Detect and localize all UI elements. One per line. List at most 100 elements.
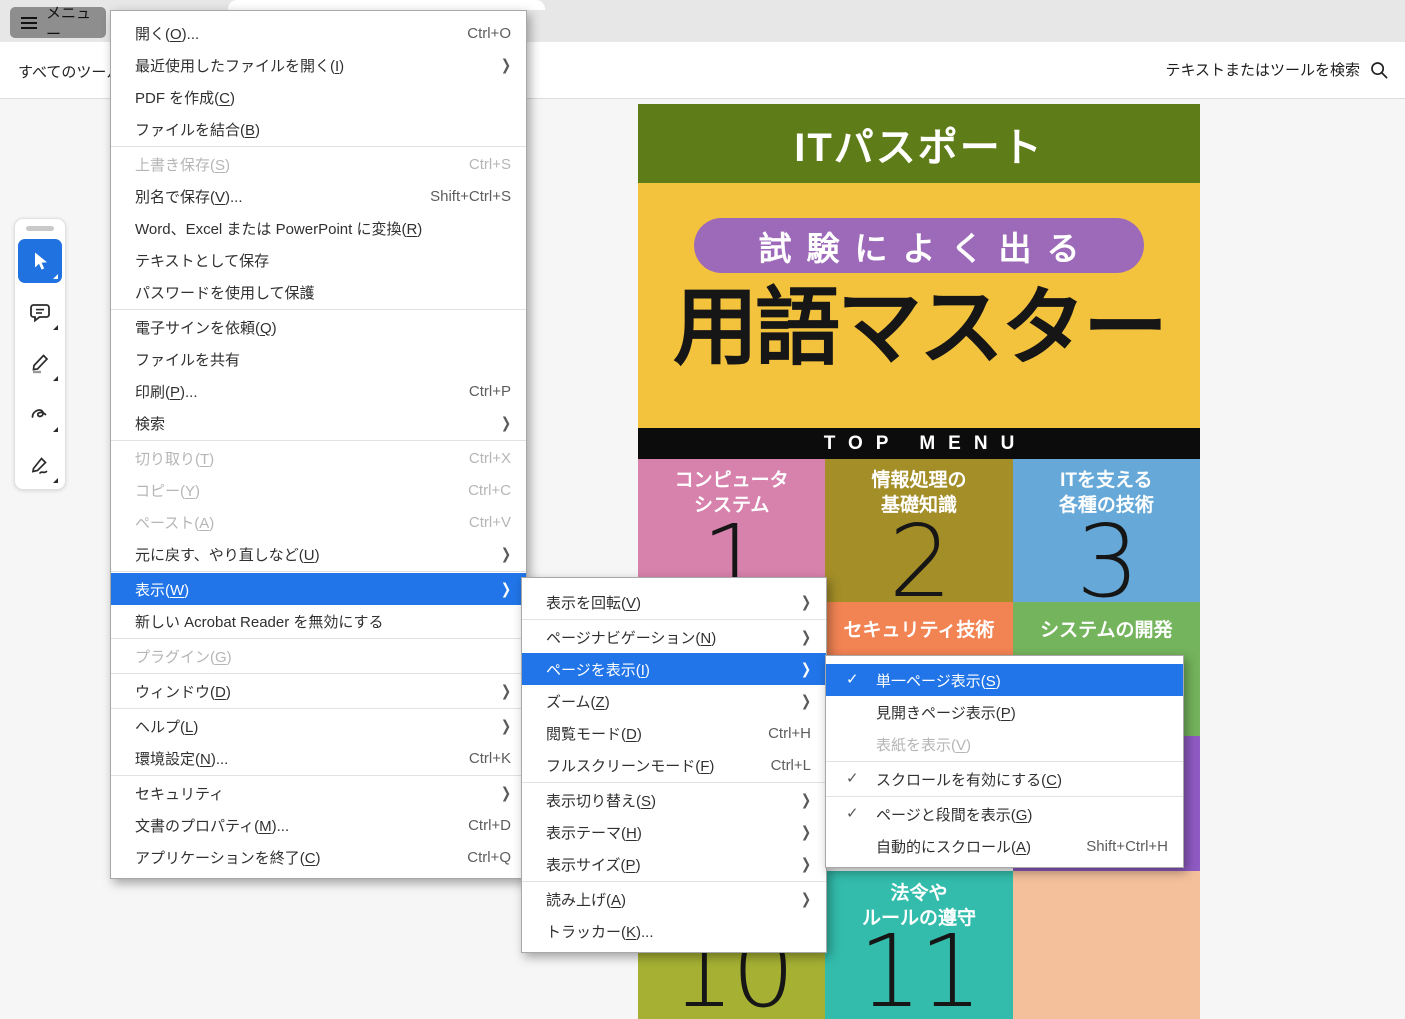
menu-item[interactable]: ✓ 表示サイズ(P) ❯ bbox=[522, 848, 826, 880]
menu-item-label: 表示サイズ(P) bbox=[546, 854, 749, 875]
menu-item-label: 切り取り(T) bbox=[135, 448, 443, 469]
menu-item-shortcut: Ctrl+Q bbox=[467, 849, 511, 866]
menu-item[interactable]: ✓ フルスクリーンモード(F) Ctrl+L ❯ bbox=[522, 749, 826, 781]
menu-item[interactable]: ✓ ファイルを共有 ❯ bbox=[111, 343, 526, 375]
search-icon[interactable] bbox=[1369, 60, 1389, 80]
menu-item-label: 最近使用したファイルを開く(I) bbox=[135, 55, 449, 76]
menu-item[interactable]: ✓ 元に戻す、やり直しなど(U) ❯ bbox=[111, 538, 526, 570]
menu-item[interactable]: ✓ 文書のプロパティ(M)... Ctrl+D ❯ bbox=[111, 809, 526, 841]
menu-item-label: 新しい Acrobat Reader を無効にする bbox=[135, 611, 485, 632]
chevron-right-icon: ❯ bbox=[501, 717, 511, 735]
menu-item[interactable]: ✓ 表示テーマ(H) ❯ bbox=[522, 816, 826, 848]
menu-item[interactable]: ✓ 表示切り替え(S) ❯ bbox=[522, 784, 826, 816]
draw-tool-button[interactable] bbox=[18, 392, 62, 436]
menu-item-shortcut: Shift+Ctrl+S bbox=[430, 188, 511, 205]
menu-item[interactable]: ✓ セキュリティ ❯ bbox=[111, 777, 526, 809]
menu-item[interactable]: ✓ 上書き保存(S) Ctrl+S ❯ bbox=[111, 148, 526, 180]
pdf-top-menu-band: TOP MENU bbox=[638, 428, 1200, 459]
menu-item[interactable]: ✓ ヘルプ(L) ❯ bbox=[111, 710, 526, 742]
cursor-icon bbox=[28, 249, 52, 273]
menu-item[interactable]: ✓ 開く(O)... Ctrl+O ❯ bbox=[111, 17, 526, 49]
checkmark-icon: ✓ bbox=[846, 670, 859, 688]
menu-button-label: メニュー bbox=[46, 2, 95, 44]
chevron-right-icon: ❯ bbox=[801, 855, 811, 873]
quick-tools-rail bbox=[14, 218, 66, 490]
menu-item[interactable]: ✓ 表示(W) ❯ bbox=[111, 573, 526, 605]
page-display-submenu: ✓ 単一ページ表示(S) ❯ ✓ 見開きページ表示(P) ❯ ✓ 表紙を表示(V… bbox=[825, 655, 1184, 868]
menu-item[interactable]: ✓ 環境設定(N)... Ctrl+K ❯ bbox=[111, 742, 526, 774]
menu-separator bbox=[522, 619, 826, 620]
pdf-cover-title-block: 試験によく出る 用語マスター bbox=[638, 183, 1200, 428]
menu-item-label: セキュリティ bbox=[135, 783, 449, 804]
menu-item[interactable]: ✓ 検索 ❯ bbox=[111, 407, 526, 439]
menu-item-label: 閲覧モード(D) bbox=[546, 723, 742, 744]
menu-item[interactable]: ✓ 印刷(P)... Ctrl+P ❯ bbox=[111, 375, 526, 407]
menu-separator bbox=[522, 782, 826, 783]
menu-item[interactable]: ✓ プラグイン(G) ❯ bbox=[111, 640, 526, 672]
chevron-right-icon: ❯ bbox=[501, 545, 511, 563]
pdf-cover-header: ITパスポート bbox=[638, 104, 1200, 183]
menu-item[interactable]: ✓ 新しい Acrobat Reader を無効にする ❯ bbox=[111, 605, 526, 637]
menu-item-label: ページを表示(I) bbox=[546, 659, 749, 680]
menu-item-label: 環境設定(N)... bbox=[135, 748, 443, 769]
menu-item[interactable]: ✓ ズーム(Z) ❯ bbox=[522, 685, 826, 717]
menu-item[interactable]: ✓ 別名で保存(V)... Shift+Ctrl+S ❯ bbox=[111, 180, 526, 212]
menu-item[interactable]: ✓ 表示を回転(V) ❯ bbox=[522, 586, 826, 618]
search-control[interactable]: テキストまたはツールを検索 bbox=[1165, 59, 1389, 80]
menu-item[interactable]: ✓ トラッカー(K)... ❯ bbox=[522, 915, 826, 947]
menu-item-label: フルスクリーンモード(F) bbox=[546, 755, 745, 776]
chevron-right-icon: ❯ bbox=[801, 628, 811, 646]
menu-item[interactable]: ✓ ファイルを結合(B) ❯ bbox=[111, 113, 526, 145]
menu-separator bbox=[111, 571, 526, 572]
all-tools-tab[interactable]: すべてのツール bbox=[18, 61, 121, 82]
menu-item[interactable]: ✓ Word、Excel または PowerPoint に変換(R) ❯ bbox=[111, 212, 526, 244]
comment-tool-button[interactable] bbox=[18, 290, 62, 334]
chapter-tile bbox=[1013, 871, 1200, 1019]
menu-item[interactable]: ✓ 閲覧モード(D) Ctrl+H ❯ bbox=[522, 717, 826, 749]
chapter-tile-number: 2 bbox=[825, 516, 1012, 602]
menu-item-label: 電子サインを依頼(Q) bbox=[135, 317, 485, 338]
menu-item[interactable]: ✓ ページナビゲーション(N) ❯ bbox=[522, 621, 826, 653]
menu-item[interactable]: ✓ ページと段間を表示(G) ❯ bbox=[826, 798, 1183, 830]
comment-icon bbox=[28, 300, 52, 324]
chapter-tile: ITを支える各種の技術 3 bbox=[1013, 459, 1200, 602]
sign-tool-button[interactable] bbox=[18, 443, 62, 487]
chapter-tile: 法令やルールの遵守 11 bbox=[825, 871, 1012, 1019]
menu-item[interactable]: ✓ ページを表示(I) ❯ bbox=[522, 653, 826, 685]
menu-item[interactable]: ✓ 自動的にスクロール(A) Shift+Ctrl+H ❯ bbox=[826, 830, 1183, 862]
chapter-tile-title: システムの開発 bbox=[1013, 602, 1200, 643]
main-menu: ✓ 開く(O)... Ctrl+O ❯ ✓ 最近使用したファイルを開く(I) ❯… bbox=[110, 10, 527, 879]
chevron-right-icon: ❯ bbox=[801, 660, 811, 678]
menu-item[interactable]: ✓ 切り取り(T) Ctrl+X ❯ bbox=[111, 442, 526, 474]
menu-item[interactable]: ✓ ペースト(A) Ctrl+V ❯ bbox=[111, 506, 526, 538]
menu-button[interactable]: メニュー bbox=[10, 7, 106, 38]
menu-item[interactable]: ✓ 表紙を表示(V) ❯ bbox=[826, 728, 1183, 760]
menu-item[interactable]: ✓ 単一ページ表示(S) ❯ bbox=[826, 664, 1183, 696]
menu-item[interactable]: ✓ パスワードを使用して保護 ❯ bbox=[111, 276, 526, 308]
chevron-right-icon: ❯ bbox=[501, 682, 511, 700]
highlight-tool-button[interactable] bbox=[18, 341, 62, 385]
select-tool-button[interactable] bbox=[18, 239, 62, 283]
highlighter-icon bbox=[28, 351, 52, 375]
rail-drag-handle[interactable] bbox=[26, 226, 54, 231]
menu-item[interactable]: ✓ アプリケーションを終了(C) Ctrl+Q ❯ bbox=[111, 841, 526, 873]
pdf-cover-main-title: 用語マスター bbox=[638, 284, 1200, 373]
menu-item-label: 開く(O)... bbox=[135, 23, 441, 44]
menu-item-shortcut: Ctrl+P bbox=[469, 383, 511, 400]
menu-item[interactable]: ✓ PDF を作成(C) ❯ bbox=[111, 81, 526, 113]
menu-item[interactable]: ✓ 最近使用したファイルを開く(I) ❯ bbox=[111, 49, 526, 81]
menu-item[interactable]: ✓ ウィンドウ(D) ❯ bbox=[111, 675, 526, 707]
menu-item-label: スクロールを有効にする(C) bbox=[876, 769, 1142, 790]
menu-item[interactable]: ✓ スクロールを有効にする(C) ❯ bbox=[826, 763, 1183, 795]
pdf-cover-header-title: ITパスポート bbox=[794, 115, 1044, 173]
document-tab[interactable] bbox=[228, 0, 545, 10]
menu-item[interactable]: ✓ テキストとして保存 ❯ bbox=[111, 244, 526, 276]
menu-item-shortcut: Ctrl+H bbox=[768, 725, 811, 742]
menu-item[interactable]: ✓ 見開きページ表示(P) ❯ bbox=[826, 696, 1183, 728]
menu-item-label: ファイルを結合(B) bbox=[135, 119, 485, 140]
menu-item[interactable]: ✓ 読み上げ(A) ❯ bbox=[522, 883, 826, 915]
menu-item[interactable]: ✓ コピー(Y) Ctrl+C ❯ bbox=[111, 474, 526, 506]
chapter-tile-number: 3 bbox=[1013, 516, 1200, 602]
menu-item[interactable]: ✓ 電子サインを依頼(Q) ❯ bbox=[111, 311, 526, 343]
menu-separator bbox=[826, 796, 1183, 797]
